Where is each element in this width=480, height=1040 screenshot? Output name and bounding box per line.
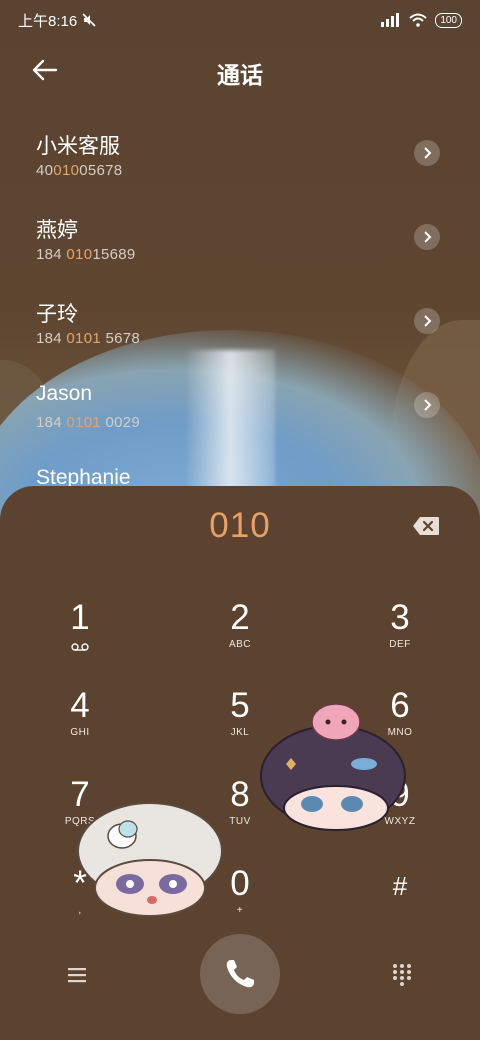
contact-name: 燕婷 [36,219,78,242]
header: 通话 [0,48,480,92]
status-time: 上午8:16 [18,12,78,30]
dial-key-letters: ABC [228,639,252,650]
contact-number: 184 01015689 [36,246,136,263]
dial-key-hash[interactable]: # [350,864,450,944]
contact-name: 小米客服 [36,135,120,158]
voicemail-icon [71,643,89,651]
contact-item[interactable]: 燕婷 184 01015689 [0,194,480,278]
contact-item[interactable]: Jason 184 0101 0029 [0,362,480,446]
status-bar: 上午8:16 100 [0,0,480,40]
backspace-icon[interactable] [412,516,440,536]
dialed-number: 010 [209,506,271,545]
dial-key-4[interactable]: 4 GHI [30,686,130,766]
dial-key-2[interactable]: 2 ABC [190,598,290,678]
page-title: 通话 [217,62,263,88]
keypad-icon[interactable] [390,962,414,986]
contact-name: 子玲 [36,303,78,326]
chevron-right-icon[interactable] [414,140,440,166]
dial-key-digit: 4 [70,686,90,725]
dial-key-digit: # [392,871,408,901]
contact-item[interactable]: 小米客服 4001005678 [0,110,480,194]
contact-list: 小米客服 4001005678 燕婷 184 01015689 子玲 184 0… [0,110,480,530]
dial-key-digit: 2 [230,598,250,637]
signal-icon [381,13,400,27]
battery-indicator: 100 [435,12,462,28]
character-sticker [260,704,406,831]
dial-key-3[interactable]: 3 DEF [350,598,450,678]
dial-pad: 010 1 2 ABC 3 DEF 4 GHI 5 JKL 6 MNO 7 PQ… [0,486,480,1040]
dial-key-digit: 1 [70,598,90,637]
contact-item[interactable]: 子玲 184 0101 5678 [0,278,480,362]
status-time-group: 上午8:16 [18,10,381,31]
menu-icon[interactable] [64,964,90,986]
chevron-right-icon[interactable] [414,392,440,418]
status-icons: 100 [381,12,462,28]
contact-number: 184 0101 5678 [36,330,141,347]
chevron-right-icon[interactable] [414,308,440,334]
call-button[interactable] [200,934,280,1014]
dial-key-letters: GHI [70,727,90,738]
dial-key-letters: DEF [389,639,411,650]
contact-number: 184 0101 0029 [36,414,141,431]
phone-icon [226,960,254,988]
character-sticker [77,802,223,917]
chevron-right-icon[interactable] [414,224,440,250]
mute-icon [82,13,96,27]
wifi-icon [409,13,427,27]
dial-key-1[interactable]: 1 [30,598,130,678]
dial-key-digit: 3 [390,598,410,637]
contact-number: 4001005678 [36,162,123,179]
contact-name: Jason [36,382,93,405]
